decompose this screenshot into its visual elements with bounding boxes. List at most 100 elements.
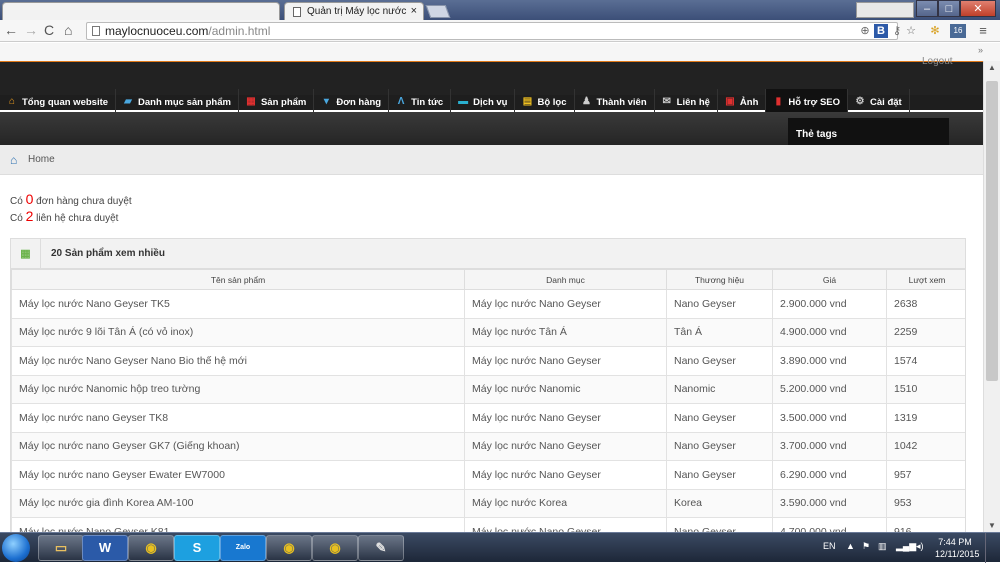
url-domain: maylocnuoceu.com [105,24,209,38]
chrome-icon[interactable]: ◉ [128,535,174,561]
window-strip [856,2,914,18]
minimize-button[interactable]: – [916,0,938,17]
bookmark-icon: ▮ [775,96,782,107]
user-icon: ♟ [582,96,591,107]
volume-icon[interactable]: ◂) [916,541,924,552]
notice-prefix: Có [10,196,23,207]
nav-label: Tổng quan website [22,96,109,108]
network-tray-icon[interactable]: ▥ [878,541,887,552]
signal-icon[interactable]: ▂▄▆ [896,541,916,552]
table-row[interactable]: Máy lọc nước 9 lõi Tân Á (có vỏ inox) Máy… [11,317,965,347]
table-cell: Nanomic [666,374,773,404]
table-row[interactable]: Máy lọc nước Nanomic hộp treo tường Máy l… [11,374,965,404]
home-icon[interactable]: ⌂ [64,22,72,38]
nav-label: Thành viên [596,96,647,108]
new-tab-button[interactable] [425,5,451,18]
orders-notice: Có 0 đơn hàng chưa duyệt [10,191,132,207]
table-cell: Máy lọc nước Nano Geyser [464,460,667,490]
bookmark-overflow-icon[interactable]: » [978,45,983,55]
table-cell: Máy lọc nước Nano Geyser [464,431,667,461]
explorer-icon[interactable]: ▭ [38,535,84,561]
clock[interactable]: 7:44 PM 12/11/2015 [935,536,979,560]
column-header: Lượt xem [886,269,965,290]
table-cell: Nano Geyser [666,403,773,433]
table-cell: Máy lọc nước nano Geyser GK7 (Giếng khoa… [11,431,465,461]
nav-label: Hỗ trợ SEO [788,96,841,108]
table-cell: Máy lọc nước Nanomic hộp treo tường [11,374,465,404]
products-table: Tên sản phẩm Danh mục Thương hiệu Giá Lượt x… [11,269,965,537]
table-cell: 1574 [886,346,965,376]
word-icon[interactable]: W [82,535,128,561]
paint-icon[interactable]: ✎ [358,535,404,561]
logout-link[interactable]: Logout [922,56,953,67]
table-row[interactable]: Máy lọc nước gia đình Korea AM-100 Máy lọ… [11,488,965,518]
table-cell: Máy lọc nước 9 lõi Tân Á (có vỏ inox) [11,317,465,347]
home-icon: ⌂ [10,153,18,167]
table-row[interactable]: Máy lọc nước nano Geyser Ewater EW7000 Má… [11,460,965,490]
table-row[interactable]: Máy lọc nước Nano Geyser TK5 Máy lọc nước… [11,289,965,319]
page-icon [92,26,100,36]
menu-icon[interactable]: ≡ [976,24,990,38]
table-cell: 2.900.000 vnd [772,289,887,319]
table-row[interactable]: Máy lọc nước nano Geyser GK7 (Giếng khoa… [11,431,965,461]
scroll-up-icon[interactable]: ▲ [988,63,996,72]
nav-label: Ảnh [739,96,759,108]
skype-icon[interactable]: S [174,535,220,561]
url-path: /admin.html [208,24,271,38]
tray-expand-icon[interactable]: ▲ [846,541,855,551]
flag-icon[interactable]: ⚑ [862,541,870,552]
page-scrollbar[interactable]: ▲ ▼ [983,61,1000,532]
folder-icon: ▰ [124,96,132,107]
language-indicator[interactable]: EN [823,541,836,551]
panel-title: 20 Sản phẩm xem nhiều [51,248,165,259]
b-extension-icon[interactable]: B [874,24,888,38]
taskbar: ▭ W ◉ S Zalo ◉ ◉ ✎ EN ▲ ⚑ ▥ ▂▄▆ ◂) 7:44 … [0,532,1000,563]
breadcrumb-home[interactable]: Home [28,154,55,165]
puzzle-icon[interactable]: ✻ [928,24,942,38]
table-body: Máy lọc nước Nano Geyser TK5 Máy lọc nước… [11,289,965,537]
start-button[interactable] [2,534,30,562]
table-cell: Máy lọc nước Nano Geyser Nano Bio thế hệ… [11,346,465,376]
mail-icon: ✉ [662,96,671,107]
zalo-icon[interactable]: Zalo [220,535,266,561]
table-cell: Máy lọc nước Korea [464,488,667,518]
maximize-button[interactable]: □ [938,0,960,17]
table-cell: 1042 [886,431,965,461]
top-products-panel: ▦ 20 Sản phẩm xem nhiều Tên sản phẩm Danh… [10,238,966,538]
table-cell: Máy lọc nước Nano Geyser [464,346,667,376]
dropdown-item-tags[interactable]: Thẻ tags [796,129,837,140]
table-cell: 953 [886,488,965,518]
table-row[interactable]: Máy lọc nước nano Geyser TK8 Máy lọc nước… [11,403,965,433]
back-icon[interactable]: ← [4,22,18,38]
scroll-down-icon[interactable]: ▼ [988,521,996,530]
browser-tab-active[interactable]: Quản trị Máy lọc nước × [284,2,424,20]
image-icon: ▣ [725,96,735,107]
zoom-icon[interactable]: ⊕ [858,24,872,38]
table-cell: 4.900.000 vnd [772,317,887,347]
table-cell: Máy lọc nước Nano Geyser TK5 [11,289,465,319]
url-input[interactable]: maylocnuoceu.com/admin.html [86,22,898,40]
table-cell: 3.500.000 vnd [772,403,887,433]
table-cell: Máy lọc nước Nano Geyser [464,403,667,433]
table-cell: 6.290.000 vnd [772,460,887,490]
bookmark-bar: » [0,43,1000,61]
tab-close-icon[interactable]: × [411,3,417,20]
table-cell: Máy lọc nước nano Geyser TK8 [11,403,465,433]
nav-label: Dịch vụ [473,96,508,108]
chrome-icon[interactable]: ◉ [312,535,358,561]
close-window-button[interactable]: ✕ [960,0,996,17]
table-row[interactable]: Máy lọc nước Nano Geyser Nano Bio thế hệ… [11,346,965,376]
table-cell: 2638 [886,289,965,319]
table-cell: Máy lọc nước Tân Á [464,317,667,347]
key-icon[interactable]: ⚷ [890,24,904,38]
star-icon[interactable]: ☆ [904,24,918,38]
forward-icon[interactable]: → [24,22,38,38]
show-desktop-button[interactable] [985,533,1000,563]
news-icon: Λ [397,96,405,107]
chrome-icon[interactable]: ◉ [266,535,312,561]
browser-tab-blank[interactable] [2,2,280,20]
reload-icon[interactable]: C [44,22,54,38]
nav-label: Sản phẩm [260,96,307,108]
calendar-extension-icon[interactable]: 16 [950,24,966,38]
scroll-thumb[interactable] [986,81,998,381]
